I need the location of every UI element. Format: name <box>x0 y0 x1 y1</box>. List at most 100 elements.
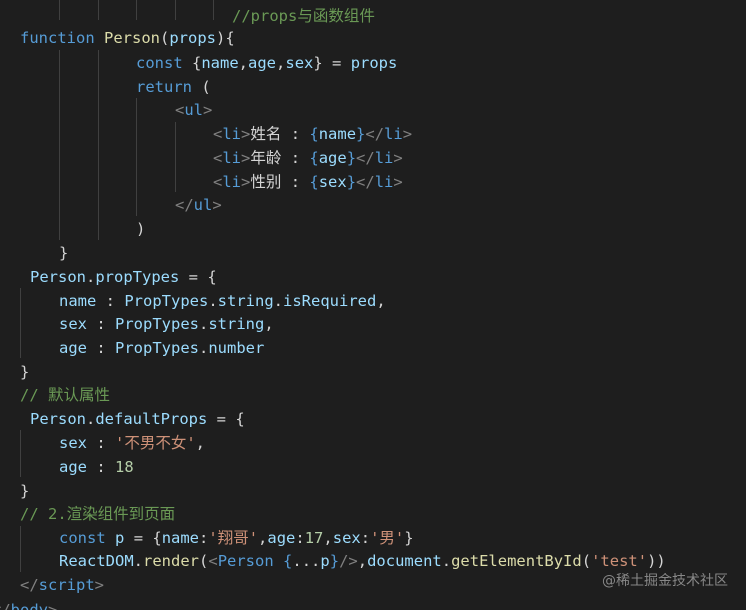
code-token: { <box>309 173 319 191</box>
code-token: < <box>175 101 185 119</box>
code-token: ... <box>292 552 321 570</box>
code-line[interactable]: sex : '不男不女', <box>59 431 205 455</box>
code-token: '不男不女' <box>115 434 196 452</box>
code-token: . <box>199 339 209 357</box>
code-token: } <box>329 552 340 570</box>
code-line[interactable]: //props与函数组件 <box>232 4 375 28</box>
code-token: } <box>20 482 30 500</box>
code-token: ul <box>193 196 213 214</box>
code-token: ul <box>184 101 204 119</box>
code-token: const <box>136 54 183 72</box>
code-line[interactable]: function Person(props){ <box>20 26 235 50</box>
indent-guide <box>98 0 99 20</box>
code-token: ( <box>192 78 211 96</box>
code-token: } <box>20 363 30 381</box>
code-token: )) <box>647 552 666 570</box>
code-line[interactable]: ReactDOM.render(<Person {...p}/>,documen… <box>59 549 666 573</box>
code-token: // 默认属性 <box>20 386 110 404</box>
code-token: < <box>213 149 223 167</box>
code-token: name <box>161 529 200 547</box>
code-token: , <box>323 529 333 547</box>
code-token: age <box>318 149 347 167</box>
code-editor[interactable]: //props与函数组件 function Person(props){const… <box>0 0 746 610</box>
indent-guide <box>20 526 21 572</box>
code-token: 17 <box>304 529 324 547</box>
code-token: defaultProps <box>95 410 208 428</box>
code-line[interactable]: const {name,age,sex} = props <box>136 51 397 75</box>
code-line[interactable]: Person.defaultProps = { <box>30 407 245 431</box>
code-token: > <box>241 125 251 143</box>
code-line[interactable]: </ul> <box>175 193 222 217</box>
code-token: . <box>208 292 218 310</box>
watermark: @稀土掘金技术社区 <box>602 573 728 589</box>
code-token: </ <box>365 125 385 143</box>
code-token: Person <box>217 552 274 570</box>
code-token: propTypes <box>95 268 180 286</box>
code-token: 性别 : <box>250 173 310 191</box>
code-token: const <box>59 529 106 547</box>
code-line[interactable]: <li>年龄 : {age}</li> <box>213 146 403 170</box>
indent-guide <box>136 0 137 20</box>
code-line[interactable]: age : PropTypes.number <box>59 336 264 360</box>
code-token: : <box>87 434 115 452</box>
code-token: < <box>213 173 223 191</box>
code-line[interactable]: </script> <box>20 573 104 597</box>
code-line[interactable]: </body> <box>0 598 57 610</box>
code-token: function <box>20 29 95 47</box>
code-token: PropTypes <box>115 339 199 357</box>
code-token: , <box>258 529 268 547</box>
code-line[interactable]: // 2.渲染组件到页面 <box>20 502 175 526</box>
code-token: } <box>346 149 357 167</box>
code-line[interactable]: <li>性别 : {sex}</li> <box>213 170 403 194</box>
code-token: render <box>143 552 199 570</box>
code-token: Person <box>104 29 160 47</box>
code-token: </ <box>356 173 375 191</box>
code-token: = { <box>207 410 245 428</box>
code-token: 年龄 : <box>250 149 310 167</box>
code-token: } <box>356 125 366 143</box>
code-line[interactable]: return ( <box>136 75 211 99</box>
code-line[interactable]: const p = {name:'翔哥',age:17,sex:'男'} <box>59 526 414 550</box>
code-line[interactable]: ) <box>136 217 145 241</box>
code-token: li <box>222 125 242 143</box>
code-line[interactable]: } <box>20 360 29 384</box>
code-token: </ <box>20 576 39 594</box>
code-line[interactable]: <ul> <box>175 98 212 122</box>
code-token: } <box>404 529 414 547</box>
code-token: 'test' <box>591 552 648 570</box>
code-token: > <box>94 576 105 594</box>
indent-guide <box>20 430 21 477</box>
code-token: </ <box>175 196 194 214</box>
code-token: p <box>115 529 125 547</box>
code-token: > <box>402 125 413 143</box>
code-token: . <box>199 315 209 333</box>
code-token: PropTypes <box>115 315 199 333</box>
code-line[interactable]: // 默认属性 <box>20 383 110 407</box>
code-token: </ <box>356 149 375 167</box>
indent-guide <box>59 0 60 20</box>
code-token: li <box>222 149 242 167</box>
code-line[interactable]: } <box>59 241 68 265</box>
code-line[interactable]: sex : PropTypes.string, <box>59 312 274 336</box>
code-line[interactable]: } <box>20 479 29 503</box>
code-token: ( <box>581 552 592 570</box>
code-token: { <box>309 125 319 143</box>
code-line[interactable]: age : 18 <box>59 455 134 479</box>
code-token: document <box>367 552 442 570</box>
code-token: = { <box>179 268 217 286</box>
code-line[interactable]: name : PropTypes.string.isRequired, <box>59 289 386 313</box>
code-token: : <box>87 339 115 357</box>
indent-guide <box>136 98 137 216</box>
code-token: ( <box>199 552 209 570</box>
code-token: } = <box>313 54 351 72</box>
code-token: < <box>213 125 223 143</box>
code-line[interactable]: Person.propTypes = { <box>30 265 217 289</box>
code-line[interactable]: <li>姓名 : {name}</li> <box>213 122 412 146</box>
code-token: sex <box>332 529 361 547</box>
code-token: return <box>136 78 192 96</box>
code-token: li <box>222 173 242 191</box>
code-token: } <box>346 173 357 191</box>
